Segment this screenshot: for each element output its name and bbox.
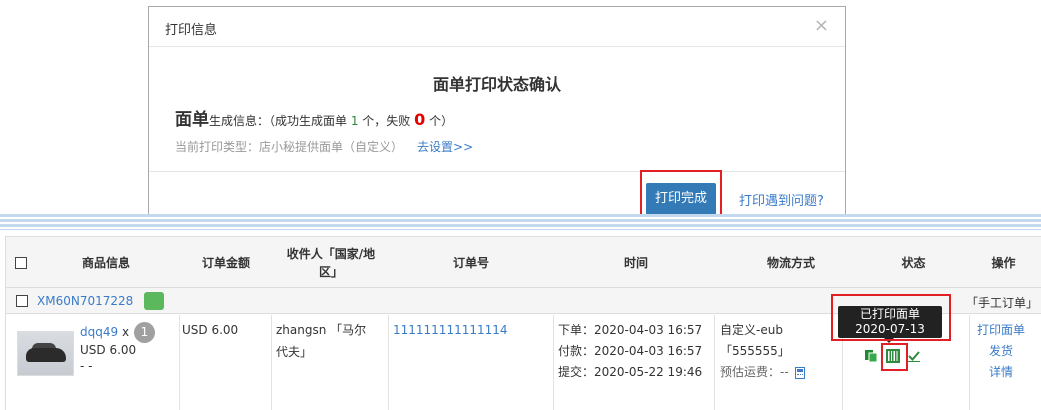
gen-label-rest: 生成信息：（成功生成面单 <box>209 114 351 128</box>
shipping-code: 「555555」 <box>720 344 790 358</box>
gen-end: 个） <box>425 114 454 128</box>
gen-mid: 个，失败 <box>358 114 415 128</box>
header-status: 状态 <box>901 256 926 270</box>
time-paid: 付款：2020-04-03 16:57 <box>558 344 703 358</box>
select-all-checkbox[interactable] <box>15 257 27 269</box>
shipping-fee-text: 预估运费：-- <box>720 365 789 379</box>
product-thumbnail[interactable] <box>17 331 74 376</box>
time-submit: 提交：2020-05-22 19:46 <box>558 365 703 379</box>
generation-info: 面单生成信息：（成功生成面单 1 个，失败 0 个） <box>175 105 453 130</box>
dialog-header: 打印信息 × <box>149 7 845 47</box>
header-time: 时间 <box>623 256 648 270</box>
times-sign: x <box>118 325 130 339</box>
section-separator <box>0 214 1041 230</box>
fail-count: 0 <box>414 110 426 129</box>
gen-label-big: 面单 <box>175 110 209 130</box>
dialog-heading: 面单打印状态确认 <box>432 75 561 94</box>
shipping-name: 自定义-eub <box>720 323 783 337</box>
header-actions: 操作 <box>991 256 1016 270</box>
order-checkbox[interactable] <box>16 295 28 307</box>
header-recipient-line1: 收件人「国家/地 <box>286 247 376 261</box>
close-icon[interactable]: × <box>814 15 829 36</box>
header-order-no: 订单号 <box>452 256 489 270</box>
recipient-line1: zhangsn 「马尔 <box>276 323 367 337</box>
order-id-link[interactable]: XM60N7017228 <box>37 294 133 308</box>
manual-order-tag: 「手工订单」 <box>966 296 1039 310</box>
product-dashes: - - <box>80 359 93 373</box>
quantity-badge: 1 <box>134 322 155 343</box>
dialog-footer-divider <box>149 171 845 172</box>
sku-link[interactable]: dqq49 <box>80 325 118 339</box>
header-product: 商品信息 <box>81 256 130 270</box>
highlight-box-tooltip <box>831 294 951 341</box>
header-amount: 订单金额 <box>201 256 250 270</box>
time-order: 下单：2020-04-03 16:57 <box>558 323 703 337</box>
product-sku: dqq49 x <box>80 325 129 339</box>
action-detail[interactable]: 详情 <box>971 363 1031 380</box>
print-type-text: 当前打印类型：店小秘提供面单（自定义） <box>175 140 404 154</box>
header-recipient-line2: 区」 <box>318 265 343 279</box>
order-tag-badge <box>144 292 164 310</box>
shipping-fee: 预估运费：-- <box>720 362 805 383</box>
print-info-dialog: 打印信息 × 面单打印状态确认 面单生成信息：（成功生成面单 1 个，失败 0 … <box>148 6 846 224</box>
dialog-title: 打印信息 <box>165 23 218 38</box>
header-recipient: 收件人「国家/地 区」 <box>276 237 386 289</box>
calculator-icon[interactable] <box>794 366 805 379</box>
table-header: 商品信息 订单金额 收件人「国家/地 区」 订单号 时间 物流方式 状态 操作 <box>6 236 1041 288</box>
highlight-box-barcode <box>881 343 908 371</box>
settings-link[interactable]: 去设置>> <box>417 140 473 154</box>
select-all-cell <box>6 237 36 289</box>
print-done-button[interactable]: 打印完成 <box>646 183 716 215</box>
header-shipping: 物流方式 <box>766 256 815 270</box>
print-problem-link[interactable]: 打印遇到问题? <box>739 190 824 209</box>
recipient-line2: 代夫」 <box>276 345 313 359</box>
action-print-label[interactable]: 打印面单 <box>971 321 1031 338</box>
action-ship[interactable]: 发货 <box>971 342 1031 359</box>
order-amount: USD 6.00 <box>182 323 239 337</box>
order-number-link[interactable]: 111111111111114 <box>393 320 508 341</box>
print-type-info: 当前打印类型：店小秘提供面单（自定义） 去设置>> <box>175 138 473 155</box>
